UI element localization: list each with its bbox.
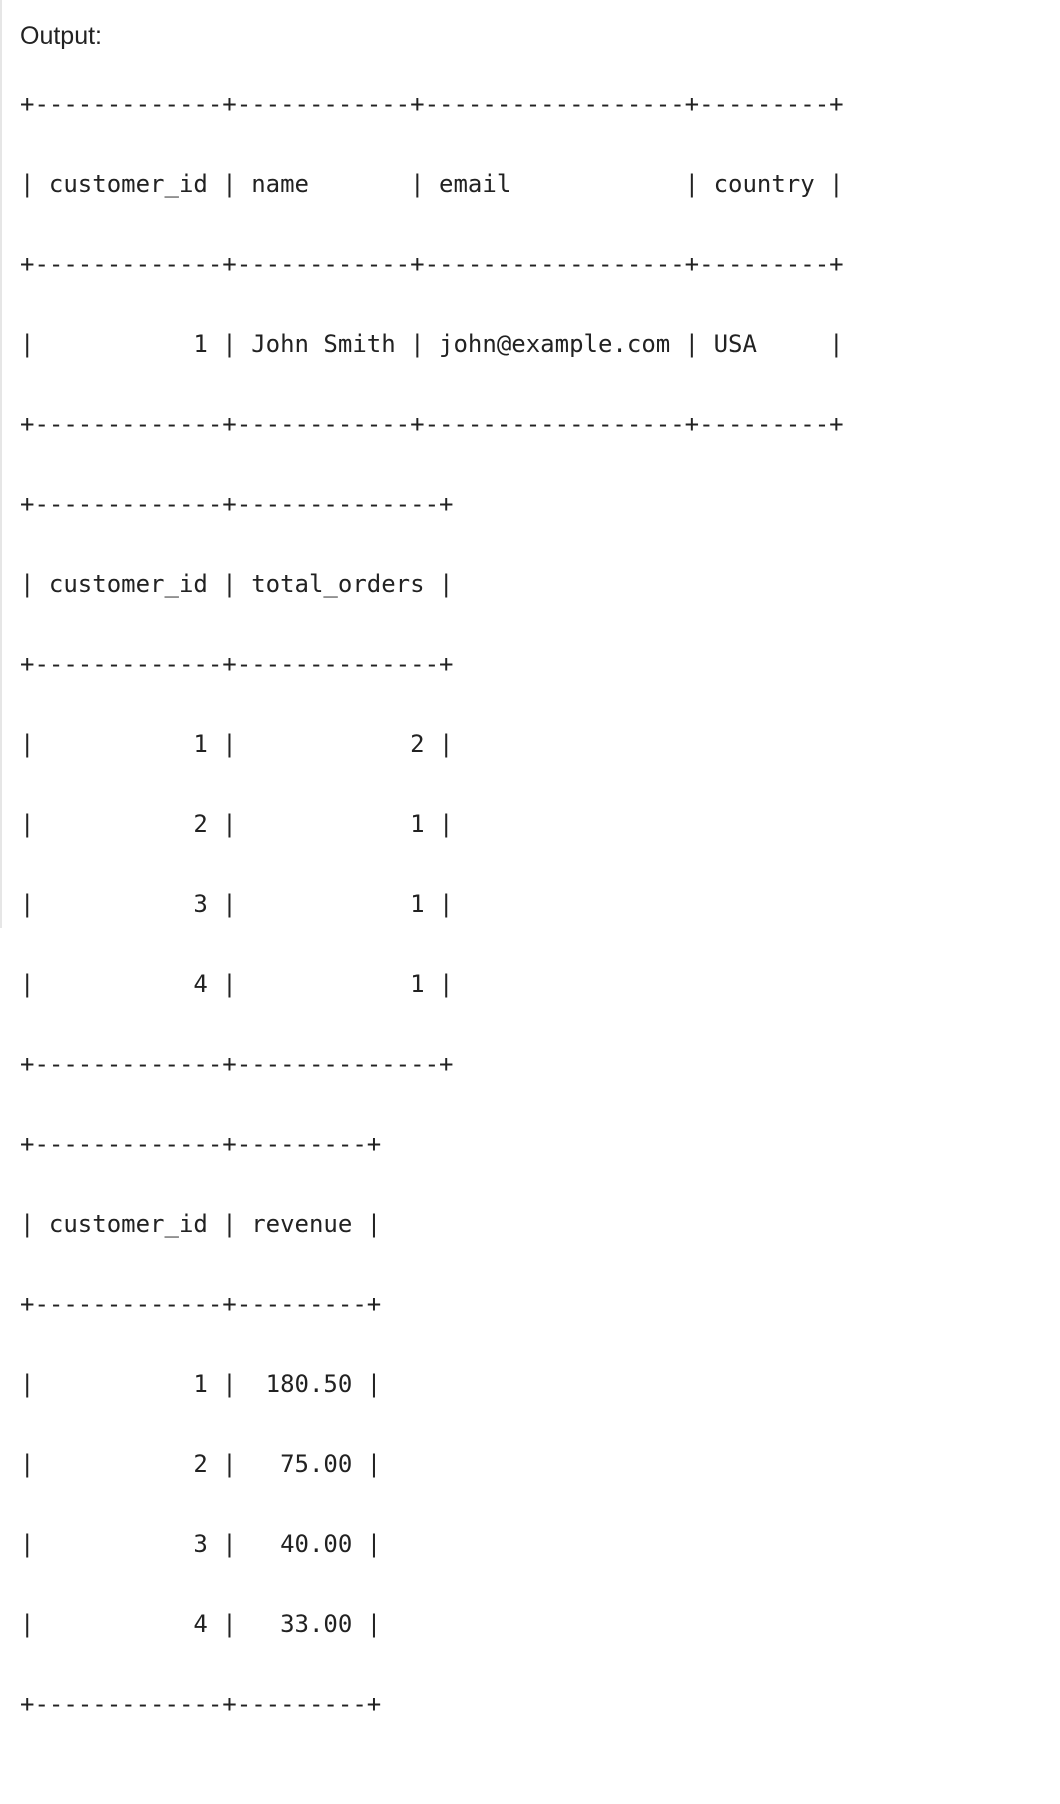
output-label: Output: [20, 22, 102, 50]
console-line: +-------------+------------+------------… [20, 250, 844, 278]
console-line: | 3 | 1 | [20, 890, 454, 918]
console-line: +-------------+--------------+ [20, 490, 454, 518]
console-line: | customer_id | revenue | [20, 1210, 382, 1238]
console-line: | 4 | 33.00 | [20, 1610, 382, 1638]
console-line: | 1 | John Smith | john@example.com | US… [20, 330, 844, 358]
output-panel: Output: +-------------+------------+----… [0, 0, 1060, 1718]
console-line: +-------------+---------+ [20, 1290, 382, 1318]
console-line: +-------------+--------------+ [20, 1050, 454, 1078]
console-line: | 1 | 180.50 | [20, 1370, 382, 1398]
console-line: +-------------+--------------+ [20, 650, 454, 678]
console-line: | customer_id | total_orders | [20, 570, 454, 598]
console-line: | 2 | 1 | [20, 810, 454, 838]
console-line: | 4 | 1 | [20, 970, 454, 998]
console-line: | 3 | 40.00 | [20, 1530, 382, 1558]
console-output: +-------------+------------+------------… [20, 84, 844, 1804]
console-line: | 1 | 2 | [20, 730, 454, 758]
console-line: +-------------+------------+------------… [20, 410, 844, 438]
console-line: | customer_id | name | email | country | [20, 170, 844, 198]
console-line: | 2 | 75.00 | [20, 1450, 382, 1478]
console-line: +-------------+---------+ [20, 1130, 382, 1158]
console-line: +-------------+------------+------------… [20, 90, 844, 118]
console-line: +-------------+---------+ [20, 1690, 382, 1718]
